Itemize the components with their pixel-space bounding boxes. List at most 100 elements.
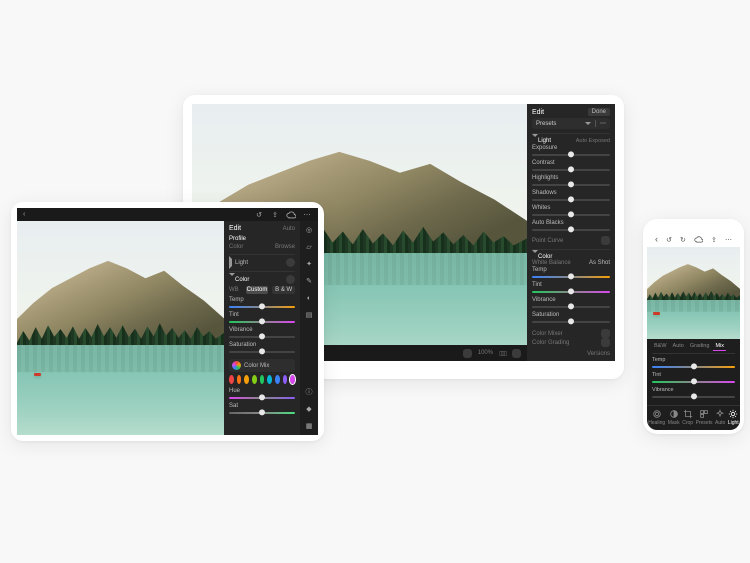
tool-light[interactable]: Light <box>728 409 739 426</box>
wb-segmented[interactable]: Custom B & W <box>246 286 295 294</box>
presets-label: Presets <box>536 121 556 127</box>
point-curve-row[interactable]: Point Curve <box>532 236 610 245</box>
tablet-image-canvas[interactable] <box>17 221 224 435</box>
cloud-icon[interactable] <box>694 235 703 244</box>
done-button[interactable]: Done <box>588 108 610 116</box>
temp-slider[interactable]: Temp <box>229 296 295 311</box>
cloud-icon[interactable] <box>286 210 296 220</box>
highlights-slider[interactable]: Highlights <box>532 174 610 189</box>
swatch-purple[interactable] <box>283 375 288 384</box>
undo-icon[interactable]: ↺ <box>254 210 264 220</box>
color-mixer-row[interactable]: Color Mixer <box>532 329 610 338</box>
tab-grading[interactable]: Grading <box>688 342 712 351</box>
tool-mask[interactable]: Mask <box>668 409 680 426</box>
auto-icon <box>715 409 725 419</box>
redo-icon[interactable]: ↻ <box>680 236 686 244</box>
versions-button[interactable]: Versions <box>532 351 610 357</box>
swatch-red[interactable] <box>229 375 234 384</box>
phone-topbar: ‹ ↺ ↻ ⇪ ⋯ <box>647 223 740 247</box>
tool-presets[interactable]: Presets <box>696 409 713 426</box>
more-icon[interactable]: ⋯ <box>302 210 312 220</box>
blacks-slider[interactable]: Auto Blacks <box>532 219 610 234</box>
chevron-down-icon <box>585 122 591 125</box>
phone-device: ‹ ↺ ↻ ⇪ ⋯ B&W Auto Grading Mix Temp Tint… <box>643 219 744 434</box>
color-swatches[interactable] <box>229 375 295 384</box>
share-icon[interactable]: ⇪ <box>711 236 717 244</box>
adjust-tool-icon[interactable]: ◎ <box>304 225 314 235</box>
eye-icon[interactable] <box>286 258 295 267</box>
tool-auto[interactable]: Auto <box>715 409 725 426</box>
swatch-yellow[interactable] <box>244 375 249 384</box>
info-tool-icon[interactable]: ⓘ <box>304 387 314 397</box>
tablet-screen: ‹ ↺ ⇪ ⋯ Edit Auto Profile <box>17 208 318 435</box>
phone-screen: ‹ ↺ ↻ ⇪ ⋯ B&W Auto Grading Mix Temp Tint… <box>647 223 740 430</box>
undo-icon[interactable]: ↺ <box>666 236 672 244</box>
mixer-icon <box>601 329 610 338</box>
swatch-magenta[interactable] <box>290 375 295 384</box>
crop-tool-icon[interactable]: ▱ <box>304 242 314 252</box>
phone-image-canvas[interactable] <box>647 247 740 339</box>
shadows-slider[interactable]: Shadows <box>532 189 610 204</box>
color-grading-row[interactable]: Color Grading <box>532 338 610 347</box>
tab-bw[interactable]: B&W <box>652 342 669 351</box>
filmstrip-icon[interactable]: ▯▯▯ <box>499 350 506 357</box>
eye-icon[interactable] <box>286 275 295 284</box>
grid-tool-icon[interactable]: ▦ <box>304 421 314 431</box>
sat-slider[interactable]: Sat <box>229 402 295 417</box>
tint-slider[interactable]: Tint <box>532 281 610 296</box>
exposure-slider[interactable]: Exposure <box>532 144 610 159</box>
tablet-tool-rail: ◎ ▱ ✦ ✎ ◐ ▤ ⓘ ◆ ▦ <box>300 221 318 435</box>
heal-tool-icon[interactable]: ✦ <box>304 259 314 269</box>
tab-mix[interactable]: Mix <box>713 342 726 351</box>
tint-slider[interactable]: Tint <box>229 311 295 326</box>
panel-title: Edit <box>229 225 241 232</box>
contrast-slider[interactable]: Contrast <box>532 159 610 174</box>
more-icon[interactable]: ⋯ <box>725 236 732 244</box>
tint-slider[interactable]: Tint <box>652 371 735 386</box>
tablet-topbar: ‹ ↺ ⇪ ⋯ <box>17 208 318 221</box>
phone-tabs[interactable]: B&W Auto Grading Mix <box>652 342 735 354</box>
grid-icon[interactable] <box>463 349 472 358</box>
color-mix-button[interactable]: Color Mix <box>229 359 295 372</box>
grading-icon <box>601 338 610 347</box>
temp-slider[interactable]: Temp <box>532 266 610 281</box>
chevron-left-icon[interactable]: ‹ <box>23 211 25 218</box>
whites-slider[interactable]: Whites <box>532 204 610 219</box>
phone-toolbar: Healing Mask Crop Presets Auto Light <box>647 405 740 430</box>
auto-button[interactable]: Auto <box>283 226 295 232</box>
tool-crop[interactable]: Crop <box>682 409 693 426</box>
tool-healing[interactable]: Healing <box>648 409 665 426</box>
temp-slider[interactable]: Temp <box>652 356 735 371</box>
light-section-header[interactable]: Light Auto Exposed <box>532 137 610 144</box>
swatch-teal[interactable] <box>260 375 265 384</box>
swatch-blue[interactable] <box>275 375 280 384</box>
share-icon[interactable]: ⇪ <box>270 210 280 220</box>
more-icon[interactable]: ⋯ <box>595 120 606 127</box>
tag-tool-icon[interactable]: ◆ <box>304 404 314 414</box>
swatch-orange[interactable] <box>237 375 242 384</box>
color-section-header[interactable]: Color <box>229 275 295 284</box>
saturation-slider[interactable]: Saturation <box>532 311 610 326</box>
tab-auto[interactable]: Auto <box>671 342 686 351</box>
color-section-header[interactable]: Color <box>532 253 610 260</box>
swatch-cyan[interactable] <box>267 375 272 384</box>
hue-slider[interactable]: Hue <box>229 387 295 402</box>
brush-tool-icon[interactable]: ✎ <box>304 276 314 286</box>
profile-value-row[interactable]: Color Browse <box>229 244 295 250</box>
saturation-slider[interactable]: Saturation <box>229 341 295 356</box>
mask-tool-icon[interactable]: ◐ <box>304 293 314 303</box>
presets-tool-icon[interactable]: ▤ <box>304 310 314 320</box>
chevron-left-icon[interactable]: ‹ <box>655 234 658 244</box>
vibrance-slider[interactable]: Vibrance <box>229 326 295 341</box>
presets-dropdown[interactable]: Presets ⋯ <box>532 118 610 129</box>
swatch-green[interactable] <box>252 375 257 384</box>
compare-icon[interactable] <box>512 349 521 358</box>
tablet-edit-panel: Edit Auto Profile Color Browse Light Col <box>224 221 300 435</box>
profile-row[interactable]: Profile <box>229 236 295 242</box>
zoom-value[interactable]: 100% <box>478 350 493 356</box>
vibrance-slider[interactable]: Vibrance <box>532 296 610 311</box>
auto-light-button[interactable]: Auto Exposed <box>576 138 610 144</box>
vibrance-slider[interactable]: Vibrance <box>652 386 735 401</box>
mask-icon <box>669 409 679 419</box>
light-section-header[interactable]: Light <box>229 254 295 267</box>
